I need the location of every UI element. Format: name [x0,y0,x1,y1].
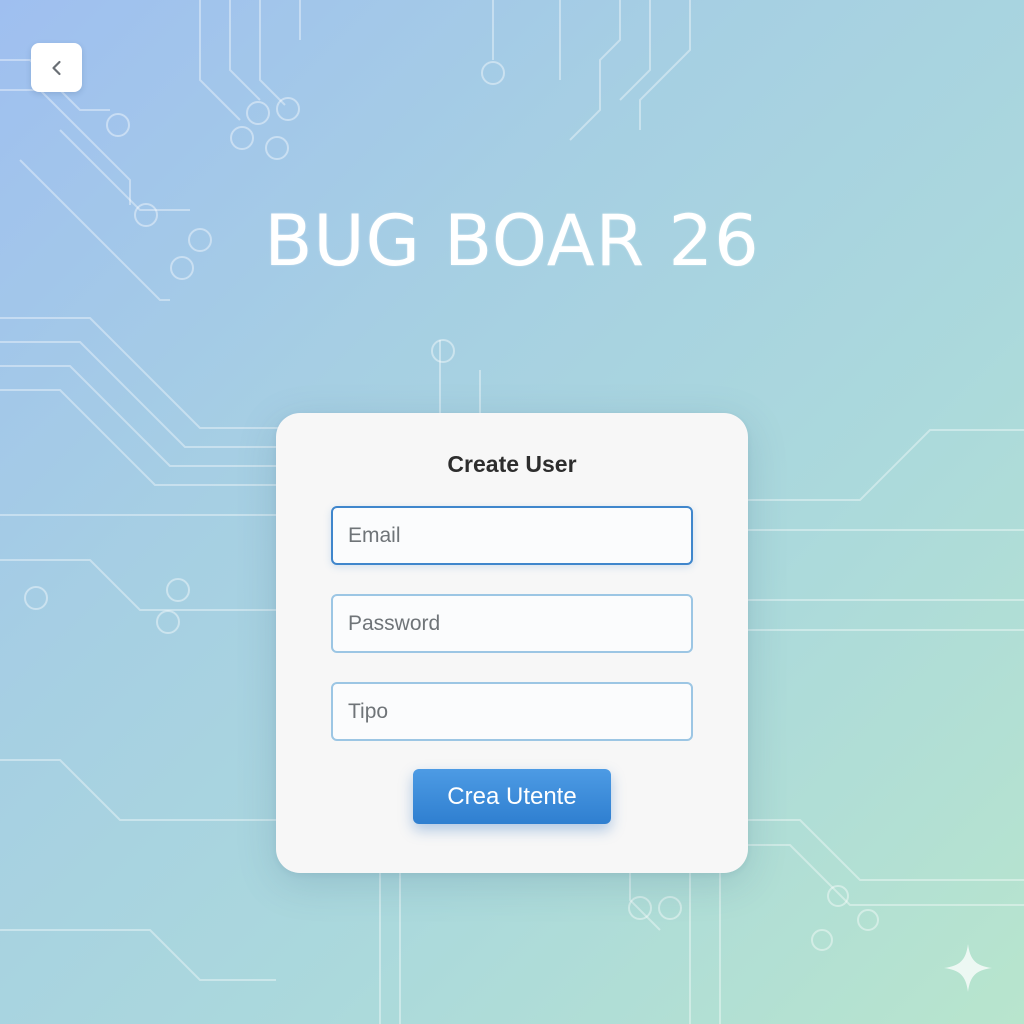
back-button[interactable] [31,43,82,92]
app-title: BUG BOAR 26 [264,200,760,282]
create-user-card: Create User Crea Utente [276,413,748,873]
sparkle-icon [944,944,992,992]
create-user-button[interactable]: Crea Utente [413,769,611,824]
password-input[interactable] [331,594,693,653]
email-input[interactable] [331,506,693,565]
chevron-left-icon [51,60,61,75]
tipo-input[interactable] [331,682,693,741]
form-title: Create User [447,451,577,477]
